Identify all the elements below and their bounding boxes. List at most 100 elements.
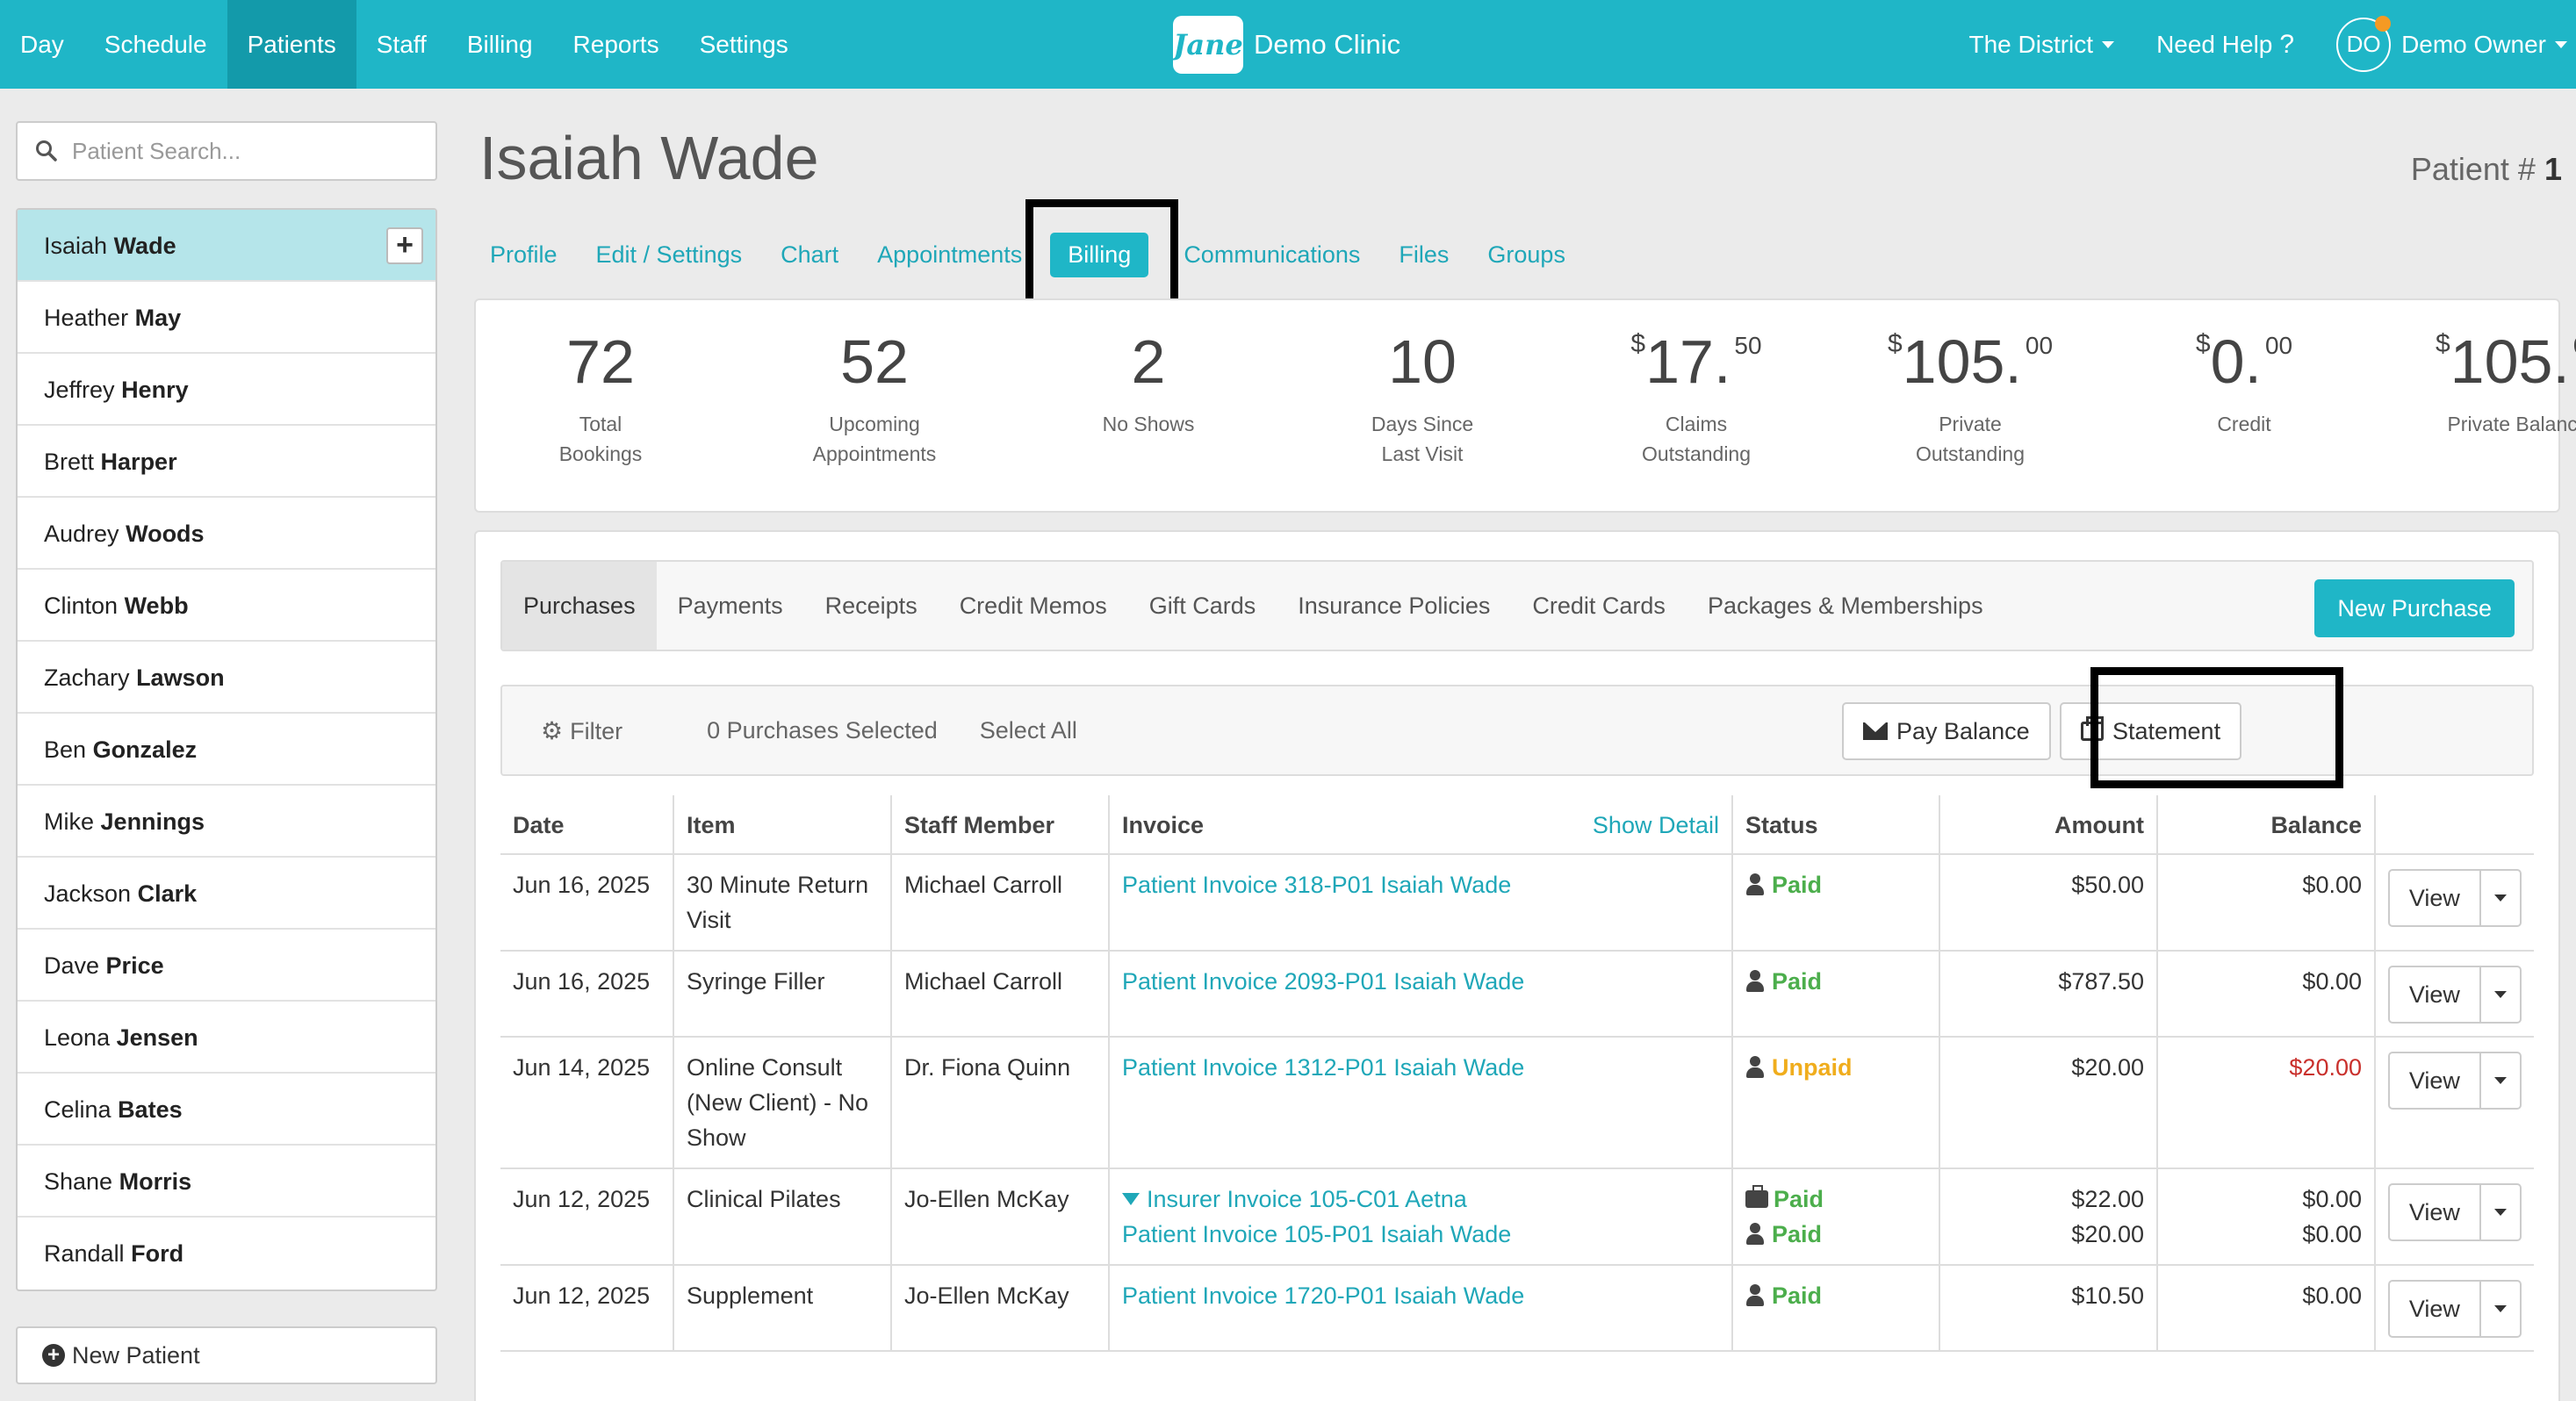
nav-patients[interactable]: Patients <box>227 0 356 89</box>
tab-chart[interactable]: Chart <box>781 241 838 269</box>
patient-list-item[interactable]: Isaiah Wade + <box>18 210 435 282</box>
nav-settings[interactable]: Settings <box>680 0 809 89</box>
view-dropdown-toggle[interactable] <box>2480 1183 2522 1241</box>
col-amount[interactable]: Amount <box>1940 795 2158 853</box>
amount-value: $50.00 <box>2071 872 2144 898</box>
tab-profile[interactable]: Profile <box>490 241 558 269</box>
main-nav: Day Schedule Patients Staff Billing Reports Se… <box>0 0 809 89</box>
patient-first-name: Celina <box>44 1096 112 1123</box>
brand[interactable]: Jane Demo Clinic <box>1173 16 1400 74</box>
patient-list-item[interactable]: Brett Harper <box>18 426 435 498</box>
nav-reports[interactable]: Reports <box>553 0 680 89</box>
billing-tab-purchases[interactable]: Purchases <box>502 562 657 650</box>
col-date[interactable]: Date <box>500 795 674 853</box>
stat-value: 2 <box>1020 327 1277 397</box>
view-dropdown-toggle[interactable] <box>2480 1280 2522 1338</box>
nav-schedule[interactable]: Schedule <box>84 0 227 89</box>
staff-cell: Michael Carroll <box>892 855 1110 950</box>
table-row: Jun 14, 2025 Online Consult (New Client) … <box>500 1038 2534 1169</box>
view-dropdown-toggle[interactable] <box>2480 869 2522 927</box>
nav-billing[interactable]: Billing <box>447 0 553 89</box>
patient-list-item[interactable]: Clinton Webb <box>18 570 435 642</box>
statement-button[interactable]: Statement <box>2060 702 2242 760</box>
billing-tab-receipts[interactable]: Receipts <box>804 562 939 650</box>
user-menu[interactable]: DO Demo Owner <box>2336 15 2567 72</box>
view-button[interactable]: View <box>2388 869 2481 927</box>
patient-list-item[interactable]: Audrey Woods <box>18 498 435 570</box>
tab-communications[interactable]: Communications <box>1184 241 1360 269</box>
status-cell: Paid <box>1733 855 1940 950</box>
table-row: Jun 12, 2025 Clinical Pilates Jo-Ellen McK… <box>500 1169 2534 1266</box>
invoice-link[interactable]: Patient Invoice 1312-P01 Isaiah Wade <box>1122 1050 1719 1085</box>
patient-list-item[interactable]: Shane Morris <box>18 1146 435 1218</box>
view-dropdown-toggle[interactable] <box>2480 966 2522 1024</box>
patient-first-name: Isaiah <box>44 233 108 259</box>
invoice-link[interactable]: Patient Invoice 2093-P01 Isaiah Wade <box>1122 964 1719 999</box>
pay-balance-button[interactable]: Pay Balance <box>1842 702 2051 760</box>
invoice-link[interactable]: Insurer Invoice 105-C01 Aetna <box>1122 1182 1719 1217</box>
invoice-link[interactable]: Patient Invoice 318-P01 Isaiah Wade <box>1122 867 1719 902</box>
add-icon[interactable]: + <box>386 227 423 264</box>
stat-number: 52 <box>840 327 909 396</box>
col-staff[interactable]: Staff Member <box>892 795 1110 853</box>
col-balance[interactable]: Balance <box>2158 795 2376 853</box>
invoice-link-text: Patient Invoice 105-P01 Isaiah Wade <box>1122 1221 1512 1247</box>
billing-tab-insurance-policies[interactable]: Insurance Policies <box>1277 562 1511 650</box>
select-all-link[interactable]: Select All <box>980 717 1077 744</box>
billing-tab-payments[interactable]: Payments <box>657 562 804 650</box>
col-status[interactable]: Status <box>1733 795 1940 853</box>
stat-number: 2 <box>1131 327 1166 396</box>
view-dropdown-toggle[interactable] <box>2480 1052 2522 1110</box>
patient-last-name: Price <box>105 952 164 979</box>
nav-day[interactable]: Day <box>0 0 84 89</box>
top-navbar: Day Schedule Patients Staff Billing Reports Se… <box>0 0 2576 89</box>
search-input[interactable] <box>72 137 414 165</box>
table-row: Jun 16, 2025 30 Minute Return Visit Michae… <box>500 855 2534 952</box>
stat-value: $17. 50 <box>1568 327 1824 397</box>
tab-files[interactable]: Files <box>1399 241 1449 269</box>
col-item[interactable]: Item <box>674 795 892 853</box>
patient-list-item[interactable]: Jeffrey Henry <box>18 354 435 426</box>
tab-edit-settings[interactable]: Edit / Settings <box>596 241 743 269</box>
patient-list-item[interactable]: Celina Bates <box>18 1074 435 1146</box>
chevron-down-icon <box>2493 1077 2507 1084</box>
invoice-link[interactable]: Patient Invoice 105-P01 Isaiah Wade <box>1122 1217 1719 1252</box>
nav-staff[interactable]: Staff <box>356 0 447 89</box>
patient-last-name: Henry <box>121 377 189 403</box>
view-button-group: View <box>2388 966 2522 1024</box>
new-purchase-button[interactable]: New Purchase <box>2314 579 2515 637</box>
patient-list-item[interactable]: Ben Gonzalez <box>18 714 435 786</box>
new-patient-button[interactable]: + New Patient <box>16 1326 437 1384</box>
invoice-link[interactable]: Patient Invoice 1720-P01 Isaiah Wade <box>1122 1278 1719 1313</box>
amount-value: $10.50 <box>2071 1282 2144 1309</box>
patient-list-item[interactable]: Jackson Clark <box>18 858 435 930</box>
billing-tab-gift-cards[interactable]: Gift Cards <box>1128 562 1277 650</box>
billing-tab-credit-cards[interactable]: Credit Cards <box>1511 562 1687 650</box>
patient-list-item[interactable]: Zachary Lawson <box>18 642 435 714</box>
item-cell: Online Consult (New Client) - No Show <box>674 1038 892 1168</box>
invoice-cell: Insurer Invoice 105-C01 Aetna Patient Inv… <box>1110 1169 1733 1264</box>
patient-list-item[interactable]: Mike Jennings <box>18 786 435 858</box>
patient-list-item[interactable]: Dave Price <box>18 930 435 1002</box>
view-button[interactable]: View <box>2388 966 2481 1024</box>
billing-tab-credit-memos[interactable]: Credit Memos <box>939 562 1128 650</box>
location-dropdown[interactable]: The District <box>1968 31 2115 59</box>
patient-list-item[interactable]: Randall Ford <box>18 1218 435 1290</box>
tab-appointments[interactable]: Appointments <box>877 241 1022 269</box>
invoice-link-text: Patient Invoice 2093-P01 Isaiah Wade <box>1122 968 1525 995</box>
patient-first-name: Leona <box>44 1024 111 1051</box>
tab-billing[interactable]: Billing <box>1050 232 1149 277</box>
view-button[interactable]: View <box>2388 1052 2481 1110</box>
billing-tab-packages-memberships[interactable]: Packages & Memberships <box>1687 562 2004 650</box>
patient-list-item[interactable]: Leona Jensen <box>18 1002 435 1074</box>
amount-cell: $787.50 <box>1940 952 2158 1036</box>
filter-button[interactable]: ⚙ Filter <box>541 716 665 745</box>
patient-last-name: Ford <box>131 1240 184 1267</box>
help-link[interactable]: Need Help ? <box>2156 30 2294 60</box>
tab-groups[interactable]: Groups <box>1487 241 1565 269</box>
patient-list-item[interactable]: Heather May <box>18 282 435 354</box>
view-button[interactable]: View <box>2388 1280 2481 1338</box>
avatar-initials: DO <box>2346 31 2381 57</box>
view-button[interactable]: View <box>2388 1183 2481 1241</box>
show-detail-link[interactable]: Show Detail <box>1593 808 1719 843</box>
